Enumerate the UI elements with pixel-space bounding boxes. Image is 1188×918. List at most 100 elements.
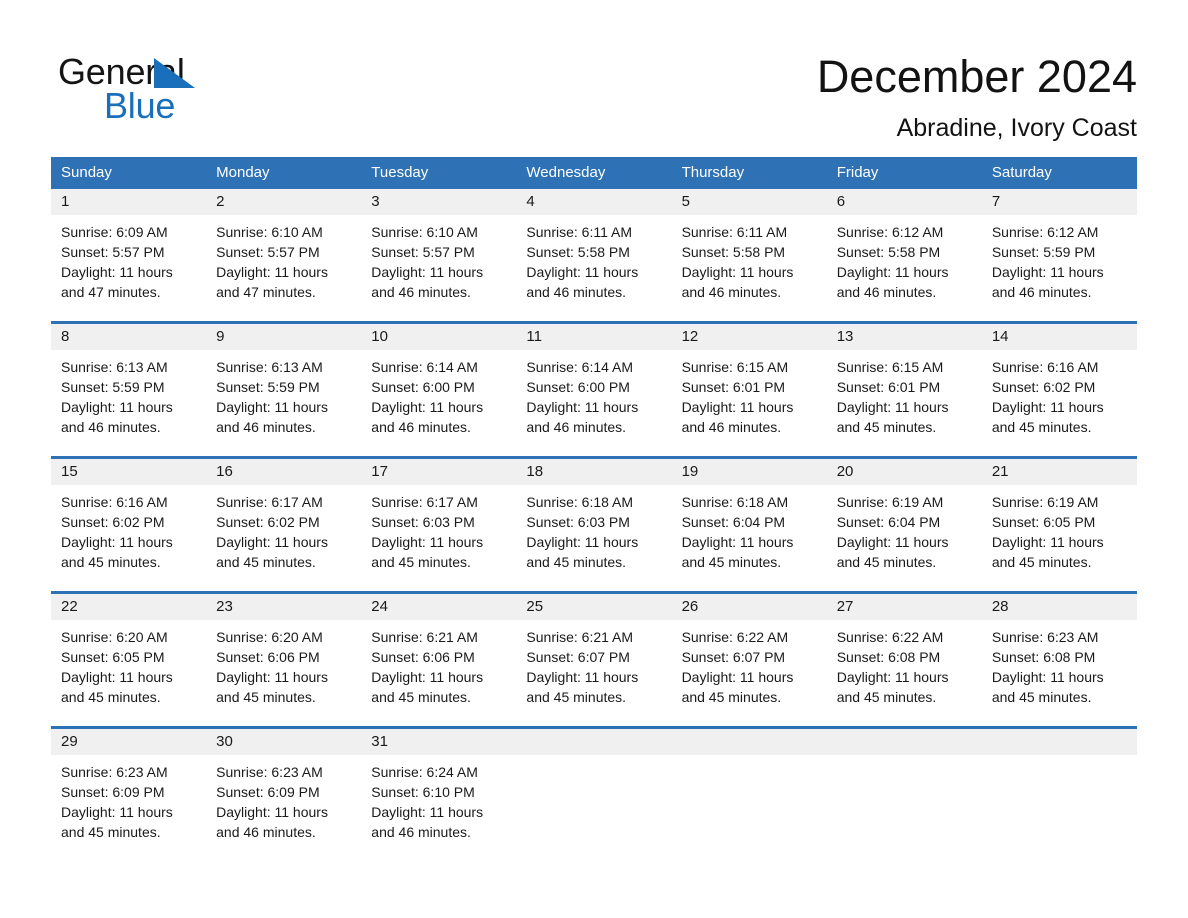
day-detail-line: and 45 minutes.	[991, 689, 1092, 705]
day-detail-line: Daylight: 11 hours	[991, 264, 1104, 280]
day-number-27[interactable]: 27	[827, 594, 982, 620]
day-number-23[interactable]: 23	[206, 594, 361, 620]
day-number-25[interactable]: 25	[516, 594, 671, 620]
day-number-12[interactable]: 12	[672, 324, 827, 350]
day-number-14[interactable]: 14	[982, 324, 1137, 350]
day-cell-empty	[982, 755, 1137, 855]
day-detail-line: and 45 minutes.	[216, 689, 316, 705]
day-number-7[interactable]: 7	[982, 189, 1137, 215]
day-cell-14[interactable]: Sunrise: 6:16 AM Sunset: 6:02 PM Daylight:…	[982, 350, 1137, 450]
day-cell-4[interactable]: Sunrise: 6:11 AM Sunset: 5:58 PM Daylight:…	[516, 215, 671, 315]
day-cell-18[interactable]: Sunrise: 6:18 AM Sunset: 6:03 PM Daylight:…	[516, 485, 671, 585]
day-cell-12[interactable]: Sunrise: 6:15 AM Sunset: 6:01 PM Daylight:…	[672, 350, 827, 450]
day-number-29[interactable]: 29	[51, 729, 206, 755]
day-number-1[interactable]: 1	[51, 189, 206, 215]
day-detail-line: and 46 minutes.	[371, 284, 471, 300]
day-cell-8[interactable]: Sunrise: 6:13 AM Sunset: 5:59 PM Daylight:…	[51, 350, 206, 450]
day-detail-line: Daylight: 11 hours	[216, 534, 328, 550]
day-detail-line: Daylight: 11 hours	[991, 399, 1104, 415]
day-detail-line: Sunrise: 6:17 AM	[216, 494, 323, 510]
day-cell-6[interactable]: Sunrise: 6:12 AM Sunset: 5:58 PM Daylight:…	[827, 215, 982, 315]
day-number-band: 22 23 24 25 26 27 28	[51, 594, 1137, 620]
day-cell-20[interactable]: Sunrise: 6:19 AM Sunset: 6:04 PM Daylight:…	[827, 485, 982, 585]
day-detail-line: Daylight: 11 hours	[216, 399, 328, 415]
week-row: 8 9 10 11 12 13 14 Sunrise: 6:13 AM Sunset: 5:59…	[51, 321, 1137, 450]
day-cell-21[interactable]: Sunrise: 6:19 AM Sunset: 6:05 PM Daylight:…	[982, 485, 1137, 585]
day-detail-line: Sunrise: 6:15 AM	[836, 359, 944, 375]
day-number-31[interactable]: 31	[361, 729, 516, 755]
day-cell-3[interactable]: Sunrise: 6:10 AM Sunset: 5:57 PM Daylight:…	[361, 215, 516, 315]
day-cell-23[interactable]: Sunrise: 6:20 AM Sunset: 6:06 PM Daylight:…	[206, 620, 361, 720]
day-cell-1[interactable]: Sunrise: 6:09 AM Sunset: 5:57 PM Daylight:…	[51, 215, 206, 315]
day-number-5[interactable]: 5	[672, 189, 827, 215]
day-detail-line: Sunset: 6:06 PM	[371, 649, 475, 665]
day-detail-line: Sunrise: 6:13 AM	[61, 359, 168, 375]
day-number-21[interactable]: 21	[982, 459, 1137, 485]
day-cell-31[interactable]: Sunrise: 6:24 AM Sunset: 6:10 PM Daylight:…	[361, 755, 516, 855]
day-number-3[interactable]: 3	[361, 189, 516, 215]
day-cell-28[interactable]: Sunrise: 6:23 AM Sunset: 6:08 PM Daylight:…	[982, 620, 1137, 720]
day-cell-11[interactable]: Sunrise: 6:14 AM Sunset: 6:00 PM Daylight:…	[516, 350, 671, 450]
day-number-18[interactable]: 18	[516, 459, 671, 485]
day-number-empty	[516, 729, 671, 755]
day-number-band: 15 16 17 18 19 20 21	[51, 459, 1137, 485]
day-number-10[interactable]: 10	[361, 324, 516, 350]
day-number-2[interactable]: 2	[206, 189, 361, 215]
day-detail-line: Daylight: 11 hours	[371, 399, 484, 415]
day-detail-line: Sunrise: 6:18 AM	[681, 494, 789, 510]
day-number-17[interactable]: 17	[361, 459, 516, 485]
day-cell-26[interactable]: Sunrise: 6:22 AM Sunset: 6:07 PM Daylight:…	[672, 620, 827, 720]
weekday-header-row: Sunday Monday Tuesday Wednesday Thursday Frid…	[51, 157, 1137, 189]
page-title: December 2024	[816, 51, 1137, 102]
day-cell-19[interactable]: Sunrise: 6:18 AM Sunset: 6:04 PM Daylight:…	[672, 485, 827, 585]
day-number-26[interactable]: 26	[672, 594, 827, 620]
day-number-4[interactable]: 4	[516, 189, 671, 215]
day-cell-7[interactable]: Sunrise: 6:12 AM Sunset: 5:59 PM Daylight:…	[982, 215, 1137, 315]
day-number-30[interactable]: 30	[206, 729, 361, 755]
day-detail-line: Daylight: 11 hours	[61, 534, 173, 550]
day-detail-band: Sunrise: 6:23 AM Sunset: 6:09 PM Daylight:…	[51, 755, 1137, 855]
day-detail-band: Sunrise: 6:20 AM Sunset: 6:05 PM Daylight:…	[51, 620, 1137, 720]
general-blue-logo[interactable]: General Blue	[58, 52, 258, 126]
day-number-28[interactable]: 28	[982, 594, 1137, 620]
day-cell-16[interactable]: Sunrise: 6:17 AM Sunset: 6:02 PM Daylight:…	[206, 485, 361, 585]
day-detail-line: Sunset: 5:59 PM	[991, 244, 1096, 260]
day-detail-line: Sunset: 6:10 PM	[371, 784, 475, 800]
day-number-15[interactable]: 15	[51, 459, 206, 485]
day-number-22[interactable]: 22	[51, 594, 206, 620]
day-detail-line: Sunrise: 6:19 AM	[836, 494, 944, 510]
day-cell-25[interactable]: Sunrise: 6:21 AM Sunset: 6:07 PM Daylight:…	[516, 620, 671, 720]
day-number-16[interactable]: 16	[206, 459, 361, 485]
weekday-header-friday: Friday	[836, 164, 879, 181]
day-cell-17[interactable]: Sunrise: 6:17 AM Sunset: 6:03 PM Daylight:…	[361, 485, 516, 585]
day-detail-line: Sunset: 6:03 PM	[526, 514, 630, 530]
day-detail-line: Sunset: 5:58 PM	[836, 244, 941, 260]
day-cell-5[interactable]: Sunrise: 6:11 AM Sunset: 5:58 PM Daylight:…	[672, 215, 827, 315]
calendar-grid: Sunday Monday Tuesday Wednesday Thursday Frid…	[51, 157, 1137, 855]
weekday-header-thursday: Thursday	[681, 164, 745, 181]
day-number-6[interactable]: 6	[827, 189, 982, 215]
day-cell-30[interactable]: Sunrise: 6:23 AM Sunset: 6:09 PM Daylight:…	[206, 755, 361, 855]
day-cell-9[interactable]: Sunrise: 6:13 AM Sunset: 5:59 PM Daylight:…	[206, 350, 361, 450]
day-number-24[interactable]: 24	[361, 594, 516, 620]
day-number-19[interactable]: 19	[672, 459, 827, 485]
day-detail-line: and 46 minutes.	[526, 419, 627, 435]
day-number-9[interactable]: 9	[206, 324, 361, 350]
day-detail-line: and 46 minutes.	[371, 824, 471, 840]
day-cell-2[interactable]: Sunrise: 6:10 AM Sunset: 5:57 PM Daylight:…	[206, 215, 361, 315]
day-cell-13[interactable]: Sunrise: 6:15 AM Sunset: 6:01 PM Daylight:…	[827, 350, 982, 450]
day-cell-27[interactable]: Sunrise: 6:22 AM Sunset: 6:08 PM Daylight:…	[827, 620, 982, 720]
day-cell-10[interactable]: Sunrise: 6:14 AM Sunset: 6:00 PM Daylight:…	[361, 350, 516, 450]
day-cell-22[interactable]: Sunrise: 6:20 AM Sunset: 6:05 PM Daylight:…	[51, 620, 206, 720]
day-detail-line: Daylight: 11 hours	[836, 399, 949, 415]
day-number-8[interactable]: 8	[51, 324, 206, 350]
day-number-11[interactable]: 11	[516, 324, 671, 350]
day-cell-29[interactable]: Sunrise: 6:23 AM Sunset: 6:09 PM Daylight:…	[51, 755, 206, 855]
day-detail-line: and 45 minutes.	[991, 419, 1092, 435]
day-number-20[interactable]: 20	[827, 459, 982, 485]
day-cell-24[interactable]: Sunrise: 6:21 AM Sunset: 6:06 PM Daylight:…	[361, 620, 516, 720]
day-number-13[interactable]: 13	[827, 324, 982, 350]
day-cell-15[interactable]: Sunrise: 6:16 AM Sunset: 6:02 PM Daylight:…	[51, 485, 206, 585]
day-detail-line: Sunset: 6:02 PM	[61, 514, 165, 530]
day-detail-band: Sunrise: 6:09 AM Sunset: 5:57 PM Daylight:…	[51, 215, 1137, 315]
